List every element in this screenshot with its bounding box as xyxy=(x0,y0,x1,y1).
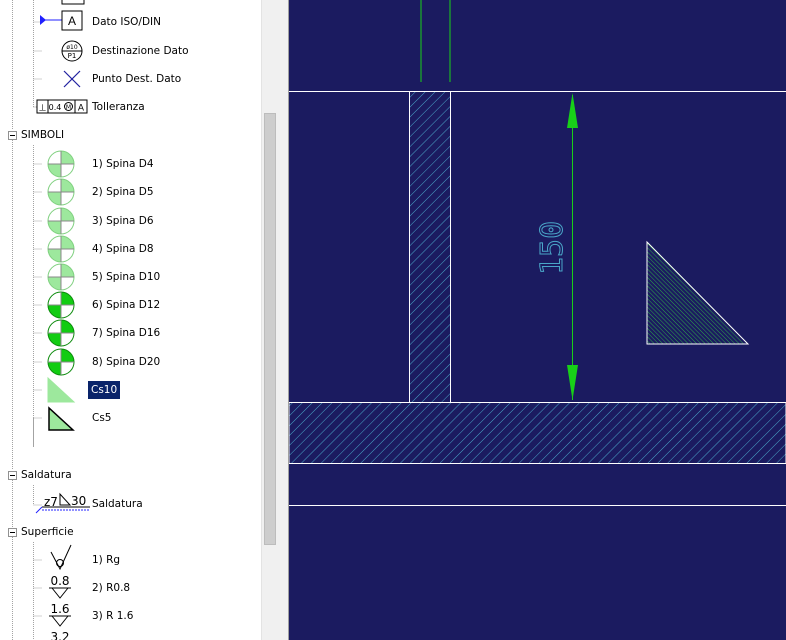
svg-text:30: 30 xyxy=(71,494,86,508)
tree-item-cs5[interactable]: Cs5 xyxy=(90,405,113,431)
svg-text:M: M xyxy=(66,104,71,111)
svg-text:A: A xyxy=(68,14,76,28)
datum-point-cross-icon xyxy=(63,70,81,88)
tree-item-label: 6) Spina D12 xyxy=(92,299,161,311)
tree-item-label: Punto Dest. Dato xyxy=(92,73,182,85)
weld-triangle-symbol xyxy=(646,240,750,345)
tree-item-label: Dato ISO/DIN xyxy=(92,16,161,28)
triangle-outlined-icon xyxy=(48,406,75,431)
surface-finish-icon: 1.6 xyxy=(49,602,71,627)
tree-item-spina-d4[interactable]: 1) Spina D4 xyxy=(90,151,156,177)
tree-item-r16[interactable]: 3) R 1.6 xyxy=(90,603,135,629)
tree-group-simboli[interactable]: SIMBOLI xyxy=(21,129,64,141)
dimension-line: 150 xyxy=(535,93,578,400)
cad-drawing: 150 xyxy=(289,0,786,506)
tree-item-label: 4) Spina D8 xyxy=(92,243,154,255)
pin-quadrant-icon xyxy=(47,263,75,291)
surface-finish-icon xyxy=(50,544,72,571)
tree-item-spina-d20[interactable]: 8) Spina D20 xyxy=(90,349,162,375)
svg-text:1.6: 1.6 xyxy=(50,602,69,616)
tree-item-destinazione-dato[interactable]: Destinazione Dato xyxy=(90,38,191,64)
simboli-collapse-toggle[interactable] xyxy=(8,131,17,140)
tree-item-label: 1) Spina D4 xyxy=(92,158,154,170)
hatched-wall-section xyxy=(409,91,451,403)
tree-item-punto-dest-dato[interactable]: Punto Dest. Dato xyxy=(90,66,183,92)
tree-item-label: 7) Spina D16 xyxy=(92,327,161,339)
partial-item-icon xyxy=(61,0,85,5)
triangle-icon xyxy=(47,376,76,403)
svg-text:0.8: 0.8 xyxy=(50,574,69,588)
hatched-plate-section xyxy=(289,402,786,464)
svg-text:ø10: ø10 xyxy=(66,44,77,51)
svg-text:⊥: ⊥ xyxy=(39,104,47,114)
datum-iso-icon: A xyxy=(40,10,83,31)
tree-item-spina-d10[interactable]: 5) Spina D10 xyxy=(90,264,162,290)
svg-text:P1: P1 xyxy=(68,52,77,60)
tree-item-spina-d8[interactable]: 4) Spina D8 xyxy=(90,236,156,262)
tree-item-label: 8) Spina D20 xyxy=(92,356,161,368)
tree-item-label: Tolleranza xyxy=(92,101,145,113)
datum-target-icon: ø10 P1 xyxy=(61,40,83,62)
pin-quadrant-icon xyxy=(47,178,75,206)
tree-item-cs10[interactable]: Cs10 xyxy=(88,377,121,403)
tree-lines xyxy=(12,0,42,640)
tree-item-spina-d16[interactable]: 7) Spina D16 xyxy=(90,320,162,346)
pin-quadrant-icon xyxy=(47,207,75,235)
tree-item-label: 3) R 1.6 xyxy=(92,610,134,622)
scrollbar-thumb[interactable] xyxy=(264,113,276,545)
panel-splitter[interactable] xyxy=(278,0,289,640)
tree-item-label-selected: Cs10 xyxy=(88,381,121,399)
tree-item-spina-d12[interactable]: 6) Spina D12 xyxy=(90,292,162,318)
symbol-tree-panel: A ø10 P1 ⊥ 0.4 M A z7 30 0.8 1.6 3.2 Dat… xyxy=(0,0,261,640)
pin-quadrant-icon xyxy=(47,150,75,178)
tree-item-dato-iso-din[interactable]: Dato ISO/DIN xyxy=(90,9,163,35)
pin-quadrant-icon xyxy=(47,319,75,347)
tree-item-label: 2) Spina D5 xyxy=(92,186,154,198)
tree-vertical-scrollbar[interactable] xyxy=(261,0,279,640)
tree-item-label: 5) Spina D10 xyxy=(92,271,161,283)
pin-quadrant-icon xyxy=(47,235,75,263)
svg-text:0.4: 0.4 xyxy=(49,103,62,112)
pin-quadrant-icon xyxy=(47,291,75,319)
saldatura-collapse-toggle[interactable] xyxy=(8,471,17,480)
tree-item-r08[interactable]: 2) R0.8 xyxy=(90,575,132,601)
tolerance-frame-icon: ⊥ 0.4 M A xyxy=(36,99,88,114)
tree-item-label: Destinazione Dato xyxy=(92,45,189,57)
tree-item-spina-d6[interactable]: 3) Spina D6 xyxy=(90,208,156,234)
drawing-canvas[interactable]: 150 xyxy=(289,0,786,640)
surface-finish-icon: 0.8 xyxy=(49,574,71,599)
tree-item-label: 3) Spina D6 xyxy=(92,215,154,227)
tree-item-saldatura[interactable]: Saldatura xyxy=(90,491,145,517)
dimension-value-text: 150 xyxy=(535,221,570,275)
pin-quadrant-icon xyxy=(47,348,75,376)
tree-item-tolleranza[interactable]: Tolleranza xyxy=(90,94,147,120)
weld-symbol-icon: z7 30 xyxy=(35,492,90,514)
tree-item-label: Cs5 xyxy=(92,412,112,424)
tree-item-label: Saldatura xyxy=(92,498,143,510)
tree-group-saldatura[interactable]: Saldatura xyxy=(21,469,72,481)
tree-item-label: 2) R0.8 xyxy=(92,582,131,594)
svg-text:A: A xyxy=(78,104,85,114)
tree-item-label: 1) Rg xyxy=(92,554,121,566)
svg-text:3.2: 3.2 xyxy=(50,630,69,640)
tree-item-spina-d5[interactable]: 2) Spina D5 xyxy=(90,179,156,205)
tree-item-rg[interactable]: 1) Rg xyxy=(90,547,122,573)
superficie-collapse-toggle[interactable] xyxy=(8,528,17,537)
tree-group-superficie[interactable]: Superficie xyxy=(21,526,74,538)
surface-finish-icon: 3.2 xyxy=(50,630,69,640)
